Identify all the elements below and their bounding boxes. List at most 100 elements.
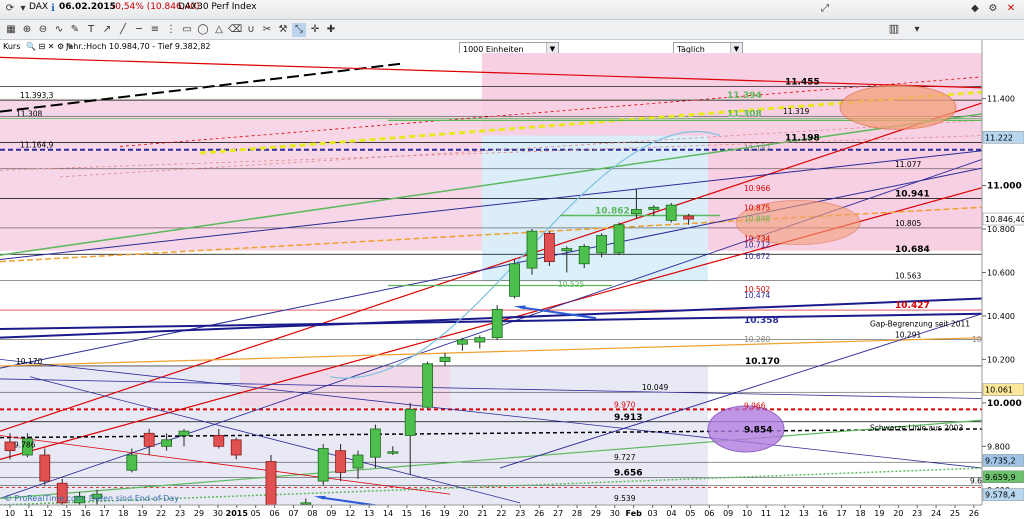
level-annotation: 10.875 (744, 204, 770, 213)
y-tick-label: 10.600 (987, 268, 1015, 277)
text-icon[interactable]: T (84, 23, 98, 37)
expand-icon[interactable]: ⤢ (818, 2, 832, 16)
x-tick-label: 05 (685, 509, 695, 518)
x-tick-label: 16 (421, 509, 431, 518)
candle-body (143, 432, 155, 447)
cross-icon[interactable]: ✚ (324, 23, 338, 37)
candle-body (335, 450, 347, 473)
channel-icon[interactable]: ≡ (148, 23, 162, 37)
scissors-icon[interactable]: ✂ (260, 23, 274, 37)
level-annotation: 10.941 (895, 189, 930, 199)
arrow-icon[interactable]: ↗ (100, 23, 114, 37)
y-tick-label: 11.400 (987, 95, 1015, 104)
dropdown-icon[interactable]: ▾ (16, 2, 30, 16)
level-annotation: 9.970 (614, 400, 636, 409)
level-annotation: 11.308 (16, 110, 42, 119)
x-tick-label: 22 (156, 509, 166, 518)
rectangle-icon[interactable]: ▭ (180, 23, 194, 37)
x-tick-label: 10 (742, 509, 752, 518)
x-tick-label: 16 (818, 509, 828, 518)
x-tick-label: 18 (855, 509, 865, 518)
level-annotation: 9.656 (614, 469, 642, 479)
candle-body (544, 232, 555, 263)
candle-body (317, 448, 329, 482)
line-icon[interactable]: ╱ (116, 23, 130, 37)
tools-icon[interactable]: ⚒ (276, 23, 290, 37)
x-tick-label: 16 (81, 509, 91, 518)
candle-body (387, 451, 399, 454)
x-tick-label: Feb (626, 509, 643, 518)
level-annotation: 11.182 (744, 144, 770, 153)
x-tick-label: 09 (723, 509, 733, 518)
candle-body (126, 454, 138, 471)
ellipse-icon[interactable]: ◯ (196, 23, 210, 37)
x-tick-label: 26 (534, 509, 544, 518)
kurs-label: Kurs (3, 42, 21, 51)
fibonacci-icon[interactable]: ⋮ (164, 23, 178, 37)
level-annotation: 10.805 (895, 219, 921, 228)
x-tick-label: 15 (402, 509, 412, 518)
price-tag-label: 9.659,9 (985, 473, 1016, 482)
level-annotation: 10.170 (16, 357, 42, 366)
level-annotation: 10.525 (558, 280, 584, 289)
candle-body (561, 248, 573, 252)
crosshair-icon[interactable]: ✛ (308, 23, 322, 37)
top-toolbar: ⟳ ▾ DAX ℹ 06.02.2015 -0,54% (10.846,40) … (0, 0, 1024, 20)
thumbnail-dropdown-icon[interactable]: ▾ (910, 23, 924, 37)
level-annotation: 10.672 (744, 252, 770, 261)
x-tick-label: 29 (194, 509, 204, 518)
price-tag-label: 11.222 (985, 133, 1013, 142)
candle-body (509, 263, 521, 297)
level-annotation: 10.358 (744, 316, 779, 326)
level-annotation: 10.280 (744, 335, 770, 344)
zoom-out-icon[interactable]: ⊖ (36, 23, 50, 37)
x-tick-label: 09 (326, 509, 336, 518)
kurs-bar: Kurs 🔍 ⊟ ✕ ⚙ ✎ Jahr.:Hoch 10.984,70 - Ti… (0, 40, 1024, 53)
candle-body (596, 235, 607, 254)
candle-body (39, 454, 51, 482)
x-tick-label: 20 (459, 509, 469, 518)
magnet-icon[interactable]: ∪ (244, 23, 258, 37)
candle-body (178, 430, 190, 436)
settings-icon[interactable]: ⚙ (986, 2, 1000, 16)
triangle-icon[interactable]: △ (212, 23, 226, 37)
indicator-icon[interactable]: ∿ (52, 23, 66, 37)
x-tick-label: 25 (950, 509, 960, 518)
eraser-icon[interactable]: ⌫ (228, 23, 242, 37)
chart-thumbnail-icon[interactable]: ▥ (880, 22, 908, 38)
x-tick-label: 13 (799, 509, 809, 518)
watermark-label: © ProRealTime.com: Daten sind End-of-Day (4, 494, 179, 503)
x-tick-label: 24 (931, 509, 941, 518)
close-icon[interactable]: ✕ (1004, 2, 1018, 16)
x-tick-label: 04 (666, 509, 676, 518)
pin-icon[interactable]: ◆ (968, 2, 982, 16)
level-annotation: 11.319 (783, 107, 809, 116)
candle-body (439, 356, 451, 362)
pencil-icon[interactable]: ✎ (68, 23, 82, 37)
refresh-icon[interactable]: ⟳ (3, 2, 17, 16)
x-tick-label: 12 (780, 509, 790, 518)
candle-body (631, 209, 642, 215)
level-annotation: 9.786 (14, 440, 36, 449)
candle-body (404, 408, 416, 436)
range-info-label: Jahr.:Hoch 10.984,70 - Tief 9.382,82 (66, 42, 211, 51)
level-annotation: 10.848 (744, 215, 770, 224)
x-tick-label: 12 (345, 509, 355, 518)
x-tick-label: 22 (496, 509, 506, 518)
x-tick-label: 23 (175, 509, 185, 518)
level-annotation: 9.854 (744, 426, 772, 436)
price-chart[interactable]: 11.455 11.394 11.319 11.308 11.198 11.182 11.0… (0, 40, 1024, 519)
candle-body (230, 439, 242, 456)
cursor-icon[interactable]: ⤡ (292, 23, 306, 37)
x-tick-label: 19 (874, 509, 884, 518)
y-tick-label: 10.000 (987, 399, 1022, 409)
candle-body (369, 428, 381, 458)
zoom-icon[interactable]: ⊕ (20, 23, 34, 37)
hline-icon[interactable]: ─ (132, 23, 146, 37)
x-tick-label: 23 (912, 509, 922, 518)
level-annotation: 9.966 (744, 401, 766, 410)
x-tick-label: 23 (515, 509, 525, 518)
info-icon[interactable]: ℹ (46, 2, 60, 16)
chart-type-icon[interactable]: ▦ (4, 23, 18, 37)
y-tick-label: 10.800 (987, 225, 1015, 234)
